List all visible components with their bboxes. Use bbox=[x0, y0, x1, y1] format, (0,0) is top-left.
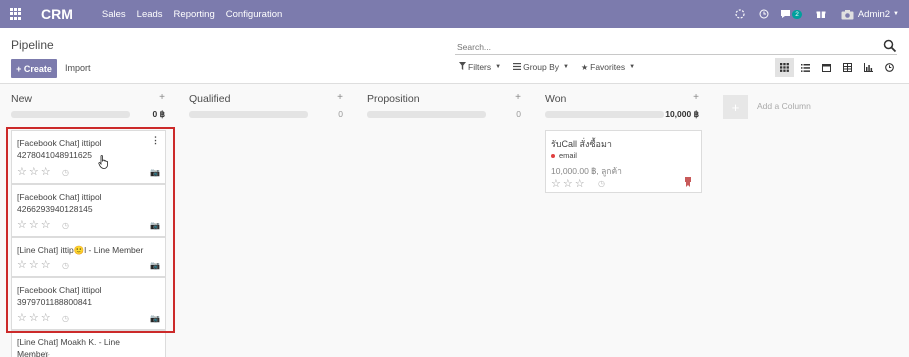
quick-create-plus-icon[interactable]: + bbox=[159, 92, 165, 103]
clock-activity-icon[interactable] bbox=[757, 9, 771, 19]
add-column-button[interactable]: + bbox=[723, 95, 748, 119]
chevron-down-icon: ▼ bbox=[893, 11, 899, 17]
kanban-card[interactable]: [Line Chat] Moakh K. - Line Member ☆ ☆ ☆ bbox=[11, 330, 166, 357]
quick-create-plus-icon[interactable]: + bbox=[515, 92, 521, 103]
priority-stars[interactable]: ☆ ☆ ☆ bbox=[17, 349, 53, 357]
filter-icon bbox=[459, 62, 466, 72]
navbar-right: 2 Admin2 ▼ bbox=[733, 0, 909, 28]
table-icon bbox=[843, 63, 852, 72]
app-brand[interactable]: CRM bbox=[41, 6, 73, 22]
groupby-icon bbox=[513, 62, 522, 72]
tag-label: email bbox=[559, 151, 577, 160]
column-sum: 0 bbox=[338, 109, 343, 119]
column-progress-bar bbox=[545, 111, 664, 118]
view-switcher bbox=[773, 58, 899, 77]
column-qualified: Qualified + 0 bbox=[189, 84, 349, 357]
clock-icon bbox=[885, 63, 894, 72]
star-icon[interactable]: ☆ bbox=[575, 177, 585, 190]
card-tag: email bbox=[551, 151, 577, 160]
column-sum: 0 bbox=[516, 109, 521, 119]
highlight-annotation-box bbox=[6, 127, 175, 333]
favorites-label: Favorites bbox=[590, 62, 626, 72]
quick-create-plus-icon[interactable]: + bbox=[337, 92, 343, 103]
bar-chart-icon bbox=[864, 63, 873, 72]
search-icon[interactable] bbox=[883, 39, 897, 53]
search-bar bbox=[455, 39, 897, 55]
column-won: Won + 10,000 ฿ bbox=[545, 84, 705, 357]
apps-menu-icon[interactable] bbox=[10, 8, 22, 20]
column-progress-bar bbox=[189, 111, 308, 118]
groupby-label: Group By bbox=[523, 62, 559, 72]
create-button[interactable]: + Create bbox=[11, 59, 57, 78]
column-title: Qualified bbox=[189, 93, 231, 105]
messages-button[interactable]: 2 bbox=[780, 9, 802, 19]
add-column-label[interactable]: Add a Column bbox=[757, 101, 811, 111]
column-title: New bbox=[11, 93, 33, 105]
kanban-card-won[interactable]: รับCall สั่งซื้อมา email 10,000.00 ฿, ลู… bbox=[545, 130, 702, 193]
kanban-view-button[interactable] bbox=[775, 58, 794, 77]
list-icon bbox=[801, 63, 810, 72]
activity-view-button[interactable] bbox=[880, 58, 899, 77]
activity-clock-icon[interactable]: ◷ bbox=[598, 179, 605, 188]
caret-down-icon: ▼ bbox=[495, 64, 502, 70]
caret-down-icon: ▼ bbox=[563, 64, 569, 70]
caret-down-icon: ▼ bbox=[629, 64, 636, 70]
column-progress-bar bbox=[11, 111, 130, 118]
calendar-view-button[interactable] bbox=[817, 58, 836, 77]
hand-cursor-icon bbox=[98, 155, 108, 169]
list-view-button[interactable] bbox=[796, 58, 815, 77]
filters-label: Filters bbox=[468, 62, 492, 72]
column-proposition: Proposition + 0 bbox=[367, 84, 527, 357]
column-sum: 10,000 ฿ bbox=[665, 109, 699, 119]
search-options: Filters ▼ Group By ▼ ★ Favorites ▼ bbox=[459, 62, 647, 72]
star-icon[interactable]: ☆ bbox=[41, 349, 51, 357]
star-icon[interactable]: ☆ bbox=[17, 349, 27, 357]
groupby-dropdown[interactable]: Group By ▼ bbox=[513, 62, 569, 72]
menu-item-sales[interactable]: Sales bbox=[102, 9, 126, 20]
menu-item-configuration[interactable]: Configuration bbox=[226, 9, 283, 20]
star-icon: ★ bbox=[580, 62, 589, 72]
kanban-grid-icon bbox=[780, 63, 789, 72]
gift-icon[interactable] bbox=[815, 9, 827, 19]
star-icon[interactable]: ☆ bbox=[551, 177, 561, 190]
graph-view-button[interactable] bbox=[859, 58, 878, 77]
camera-avatar-icon bbox=[841, 9, 854, 19]
favorites-dropdown[interactable]: ★ Favorites ▼ bbox=[581, 62, 635, 72]
card-revenue: 10,000.00 ฿, ลูกค้า bbox=[551, 166, 622, 176]
column-progress-bar bbox=[367, 111, 486, 118]
priority-stars[interactable]: ☆ ☆ ☆ bbox=[551, 177, 587, 190]
column-title: Won bbox=[545, 93, 567, 105]
top-navbar: CRM Sales Leads Reporting Configuration … bbox=[0, 0, 909, 28]
activity-spinner-icon[interactable] bbox=[733, 9, 747, 19]
page-title: Pipeline bbox=[11, 38, 54, 52]
messages-badge: 2 bbox=[792, 9, 802, 19]
ribbon-avatar-icon bbox=[685, 177, 691, 187]
table-view-button[interactable] bbox=[838, 58, 857, 77]
import-button[interactable]: Import bbox=[65, 63, 91, 73]
main-menu: Sales Leads Reporting Configuration bbox=[102, 9, 293, 20]
column-title: Proposition bbox=[367, 93, 420, 105]
card-title: รับCall สั่งซื้อมา bbox=[551, 139, 612, 149]
user-menu[interactable]: Admin2 ▼ bbox=[841, 9, 899, 20]
search-input[interactable] bbox=[455, 39, 855, 54]
menu-item-leads[interactable]: Leads bbox=[137, 9, 163, 20]
column-sum: 0 ฿ bbox=[152, 109, 166, 119]
chat-icon bbox=[781, 10, 791, 18]
control-panel: Pipeline + Create Import Filters ▼ Group… bbox=[0, 28, 909, 84]
star-icon[interactable]: ☆ bbox=[563, 177, 573, 190]
filters-dropdown[interactable]: Filters ▼ bbox=[459, 62, 501, 72]
menu-item-reporting[interactable]: Reporting bbox=[174, 9, 215, 20]
tag-dot-icon bbox=[551, 153, 555, 158]
quick-create-plus-icon[interactable]: + bbox=[693, 92, 699, 103]
user-name: Admin2 bbox=[857, 8, 891, 20]
calendar-icon bbox=[822, 64, 831, 72]
star-icon[interactable]: ☆ bbox=[29, 349, 39, 357]
